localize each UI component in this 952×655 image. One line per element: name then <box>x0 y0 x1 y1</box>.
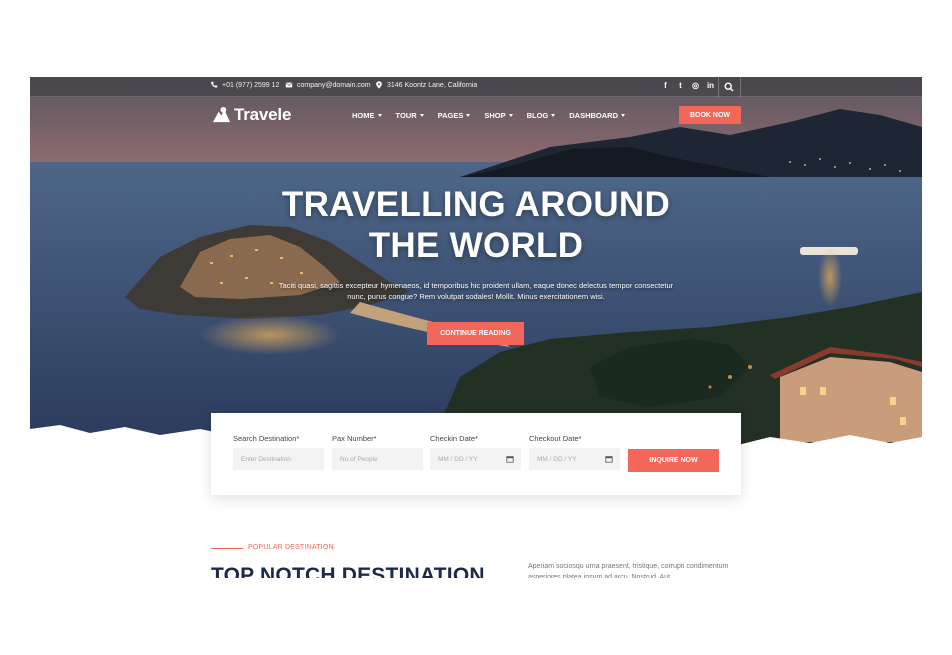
phone-contact[interactable]: +01 (977) 2599 12 <box>210 81 279 89</box>
calendar-icon[interactable] <box>506 455 514 463</box>
checkin-label: Checkin Date* <box>430 434 478 443</box>
phone-text: +01 (977) 2599 12 <box>222 81 280 89</box>
destination-label: Search Destination* <box>233 434 300 443</box>
divider <box>740 77 741 97</box>
caret-down-icon <box>466 114 471 117</box>
nav-item-label: BLOG <box>526 111 549 120</box>
email-contact[interactable]: company@domain.com <box>285 81 371 89</box>
checkout-date-input[interactable]: MM / DD / YY <box>529 448 620 470</box>
email-text: company@domain.com <box>297 81 371 89</box>
destination-input[interactable]: Enter Destination <box>233 448 324 470</box>
nav-item-dashboard[interactable]: DASHBOARD <box>569 111 626 120</box>
search-icon[interactable] <box>724 82 734 92</box>
envelope-icon <box>285 82 293 88</box>
pax-input[interactable]: No.of People <box>332 448 423 470</box>
inquire-now-button[interactable]: INQUIRE NOW <box>628 449 719 472</box>
caret-down-icon <box>377 114 382 117</box>
continue-reading-button[interactable]: CONTINUE READING <box>427 322 524 345</box>
nav-item-label: HOME <box>352 111 375 120</box>
section-eyebrow: POPULAR DESTINATION <box>248 544 334 551</box>
hero-section: +01 (977) 2599 12 company@domain.com 314… <box>30 77 922 447</box>
divider <box>718 77 719 97</box>
nav-item-label: PAGES <box>437 111 464 120</box>
caret-down-icon <box>419 114 424 117</box>
trip-search-form: Search Destination* Enter Destination Pa… <box>211 413 741 495</box>
brand-logo-icon <box>212 106 231 122</box>
book-now-button[interactable]: BOOK NOW <box>679 106 741 124</box>
checkin-field-group: Checkin Date* MM / DD / YY <box>430 434 521 470</box>
checkin-placeholder: MM / DD / YY <box>438 455 478 463</box>
calendar-icon[interactable] <box>605 455 613 463</box>
checkin-date-input[interactable]: MM / DD / YY <box>430 448 521 470</box>
hero-title-line-2: THE WORLD <box>368 226 584 265</box>
checkout-placeholder: MM / DD / YY <box>537 455 577 463</box>
page: +01 (977) 2599 12 company@domain.com 314… <box>0 0 952 655</box>
nav-item-shop[interactable]: SHOP <box>484 111 513 120</box>
map-pin-icon <box>376 81 382 89</box>
nav-item-label: DASHBOARD <box>569 111 619 120</box>
address-text: 3146 Koontz Lane, California <box>387 81 478 89</box>
checkout-label: Checkout Date* <box>529 434 582 443</box>
brand-name: Travele <box>234 105 292 124</box>
main-nav: HOME TOUR PAGES SHOP BLOG DASHBOARD <box>352 111 626 120</box>
caret-down-icon <box>551 114 556 117</box>
brand-logo[interactable]: Travele <box>212 105 291 125</box>
section-description: Aperiam sociosqu urna praesent, tristiqu… <box>528 563 729 578</box>
caret-down-icon <box>508 114 513 117</box>
twitter-icon[interactable]: t <box>676 80 685 91</box>
checkout-field-group: Checkout Date* MM / DD / YY <box>529 434 620 470</box>
pax-field-group: Pax Number* No.of People <box>332 434 423 470</box>
caret-down-icon <box>621 114 626 117</box>
nav-item-home[interactable]: HOME <box>352 111 382 120</box>
nav-item-label: TOUR <box>395 111 417 120</box>
pax-label: Pax Number* <box>332 434 377 443</box>
social-links: f t ◎ in <box>661 80 715 91</box>
facebook-icon[interactable]: f <box>661 80 670 91</box>
destination-field-group: Search Destination* Enter Destination <box>233 434 324 470</box>
nav-item-tour[interactable]: TOUR <box>396 111 424 120</box>
instagram-icon[interactable]: ◎ <box>691 80 700 91</box>
nav-item-pages[interactable]: PAGES <box>438 111 471 120</box>
hero-title-line-1: TRAVELLING AROUND <box>281 185 671 224</box>
hero-title: TRAVELLING AROUND THE WORLD <box>30 184 922 266</box>
eyebrow-line <box>211 548 243 549</box>
phone-icon <box>210 81 218 88</box>
hero-subtitle: Taciti quasi, sagittis excepteur hymenae… <box>278 281 674 301</box>
nav-item-blog[interactable]: BLOG <box>527 111 556 120</box>
address-contact: 3146 Koontz Lane, California <box>375 81 477 89</box>
top-info-bar: +01 (977) 2599 12 company@domain.com 314… <box>30 77 922 97</box>
nav-item-label: SHOP <box>484 111 506 120</box>
section-title: TOP NOTCH DESTINATION <box>211 564 485 578</box>
section-heading-area: TOP NOTCH DESTINATION Aperiam sociosqu u… <box>0 555 952 578</box>
linkedin-icon[interactable]: in <box>706 80 715 91</box>
